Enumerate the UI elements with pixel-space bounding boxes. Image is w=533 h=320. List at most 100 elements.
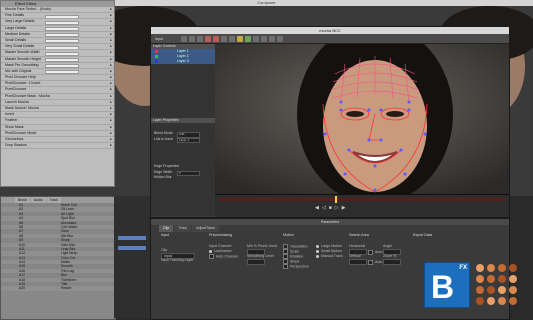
disclosure-icon[interactable]: ▸ — [110, 137, 112, 142]
manual-track-option[interactable]: Manual Track — [316, 254, 343, 259]
zoom-tool-icon[interactable] — [197, 35, 203, 42]
layer-color-icon — [155, 50, 158, 53]
tracking-layer-label: Input Tracking Layer — [161, 258, 194, 262]
logo-letter: B — [431, 269, 455, 305]
disclosure-icon[interactable]: ▸ — [110, 94, 112, 99]
logo-fx: FX — [459, 265, 467, 271]
auto-channel-option[interactable]: Auto Channel — [209, 254, 238, 259]
disclosure-icon[interactable]: ▸ — [110, 131, 112, 136]
preprocessing-header: Preprocessing — [209, 233, 232, 237]
input-section: Input Clip Input Input Tracking Layer — [161, 232, 195, 263]
smoothing-field[interactable] — [247, 259, 277, 265]
link-track-row: Link to track Layer 1 — [151, 137, 215, 143]
mocha-timeline[interactable]: ◀ ◁ ■ ▷ ▶ — [215, 194, 509, 217]
export-data-section: Export Data — [413, 232, 432, 238]
add-point-icon[interactable] — [221, 35, 227, 42]
disclosure-icon[interactable]: ▸ — [110, 7, 112, 12]
xspline-tool-icon[interactable] — [205, 35, 211, 42]
tab-clip[interactable]: Clip — [159, 225, 174, 232]
playhead[interactable] — [335, 196, 337, 203]
param-slider[interactable] — [45, 45, 79, 50]
disclosure-icon[interactable]: ▸ — [110, 44, 112, 49]
bin-row[interactable]: A20 Resize — [1, 286, 115, 291]
param-slider[interactable] — [45, 70, 79, 75]
disclosure-icon[interactable]: ▸ — [110, 63, 112, 68]
disclosure-icon[interactable]: ▸ — [110, 118, 112, 123]
play-backward-icon[interactable]: ◁ — [322, 205, 326, 211]
motion-header: Motion — [283, 233, 294, 237]
bezier-tool-icon[interactable] — [213, 35, 219, 42]
disclosure-icon[interactable]: ▸ — [110, 57, 112, 62]
logo-dot — [498, 286, 506, 294]
layer-color-icon — [155, 60, 158, 63]
param-slider[interactable] — [45, 27, 79, 31]
param-slider[interactable] — [45, 39, 79, 44]
disclosure-icon[interactable]: ▸ — [110, 75, 112, 80]
select-tool-icon[interactable] — [181, 35, 187, 42]
disclosure-icon[interactable]: ▸ — [110, 87, 112, 92]
checkbox-icon — [209, 254, 214, 259]
layer-controls-panel: Layer Controls Layer 1 Layer 2 Layer 3 — [151, 44, 216, 118]
logo-dot — [498, 275, 506, 283]
surface-tool-icon[interactable] — [237, 35, 243, 42]
transport-controls: ◀ ◁ ■ ▷ ▶ — [315, 205, 345, 211]
timeline-clip[interactable] — [118, 236, 146, 240]
logo-dot — [476, 275, 484, 283]
layer-properties-header: Layer Properties — [151, 118, 215, 123]
disclosure-icon[interactable]: ▸ — [110, 26, 112, 31]
track-tool-icon[interactable] — [245, 35, 251, 42]
export-data-header: Export Data — [413, 233, 432, 237]
timeline-clip[interactable] — [118, 246, 146, 250]
track-backward-icon[interactable]: ◀ — [315, 205, 319, 211]
mocha-title: mocha BCC — [151, 27, 509, 34]
disclosure-icon[interactable]: ▸ — [110, 50, 112, 55]
logo-dot — [476, 297, 484, 305]
tab-track[interactable]: Track — [174, 225, 192, 232]
view-tool-icon[interactable] — [253, 35, 259, 42]
matte-tool-icon[interactable] — [277, 35, 283, 42]
disclosure-icon[interactable]: ▸ — [110, 38, 112, 43]
grid-tool-icon[interactable] — [269, 35, 275, 42]
transform-tool-icon[interactable] — [229, 35, 235, 42]
dots-logo — [474, 262, 518, 306]
param-slider[interactable] — [45, 20, 79, 25]
host-timeline[interactable] — [114, 196, 150, 318]
param-slider[interactable] — [45, 14, 79, 19]
disclosure-icon[interactable]: ▸ — [110, 19, 112, 24]
param-slider[interactable] — [45, 33, 79, 37]
disclosure-icon[interactable]: ▸ — [110, 32, 112, 37]
zoom-field[interactable] — [383, 259, 401, 265]
play-forward-icon[interactable]: ▷ — [335, 205, 339, 211]
perspective-option[interactable]: Perspective — [283, 264, 309, 269]
timeline-track[interactable] — [219, 198, 505, 201]
param-slider[interactable] — [45, 51, 79, 56]
layer-color-icon — [155, 55, 158, 58]
tab-adjust-track[interactable]: AdjustTrack — [192, 225, 219, 232]
mocha-viewer[interactable] — [215, 44, 509, 194]
disclosure-icon[interactable]: ▸ — [110, 112, 112, 117]
disclosure-icon[interactable]: ▸ — [110, 69, 112, 74]
angle-zoom-section: Angle Zoom % — [383, 232, 401, 265]
disclosure-icon[interactable]: ▸ — [110, 125, 112, 130]
motion-type-section: Large Motion Small Motion Manual Track — [316, 232, 343, 259]
pan-tool-icon[interactable] — [189, 35, 195, 42]
overlay-tool-icon[interactable] — [261, 35, 267, 42]
vertical-field[interactable]: Auto — [349, 259, 382, 265]
disclosure-icon[interactable]: ▸ — [110, 100, 112, 105]
link-track-select[interactable]: Layer 1 — [177, 137, 200, 143]
track-forward-icon[interactable]: ▶ — [342, 205, 346, 211]
stop-icon[interactable]: ■ — [329, 205, 332, 211]
disclosure-icon[interactable]: ▸ — [110, 143, 112, 148]
logo-dot — [487, 275, 495, 283]
disclosure-icon[interactable]: ▸ — [110, 106, 112, 111]
viewer-canvas — [215, 44, 509, 194]
logo-dot — [487, 297, 495, 305]
disclosure-icon[interactable]: ▸ — [110, 81, 112, 86]
param-slider[interactable] — [45, 64, 79, 68]
layer-item[interactable]: Layer 3 — [151, 59, 215, 64]
disclosure-icon[interactable]: ▸ — [110, 13, 112, 18]
logo-dot — [487, 264, 495, 272]
logo-dot — [498, 297, 506, 305]
effect-param-row[interactable]: Drop Shadow ▸ — [1, 143, 114, 150]
param-slider[interactable] — [45, 58, 79, 62]
